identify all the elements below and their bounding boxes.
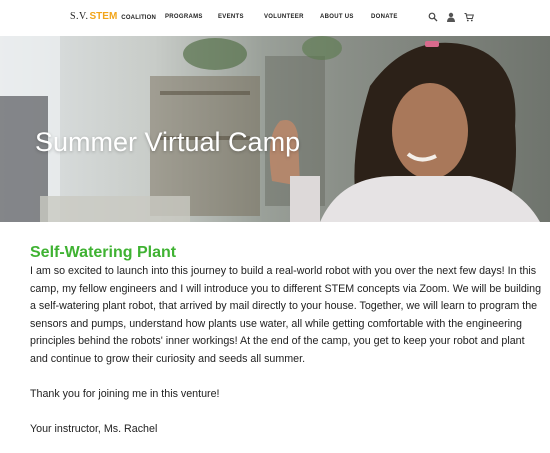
- description-paragraph: I am so excited to launch into this jour…: [30, 265, 542, 365]
- thanks-text: Thank you for joining me in this venture…: [30, 387, 220, 400]
- user-icon[interactable]: [446, 12, 456, 22]
- nav-donate[interactable]: DONATE: [371, 14, 398, 20]
- main-content: Self-Watering Plant I am so excited to l…: [30, 243, 542, 438]
- nav-events[interactable]: EVENTS: [218, 14, 244, 20]
- signoff-text: Your instructor, Ms. Rachel: [30, 422, 158, 435]
- hero-title: Summer Virtual Camp: [35, 127, 301, 157]
- search-icon[interactable]: [428, 12, 438, 22]
- logo-stem: STEM: [89, 11, 118, 22]
- hero-banner: Summer Virtual Camp: [0, 36, 550, 222]
- logo-suffix: COALITION: [121, 15, 157, 21]
- nav-volunteer[interactable]: VOLUNTEER: [264, 14, 304, 20]
- logo-prefix: S.V.: [70, 11, 89, 22]
- nav-programs[interactable]: PROGRAMS: [165, 14, 203, 20]
- top-navigation: S.V. STEM COALITION PROGRAMS EVENTS VOLU…: [0, 0, 550, 36]
- section-heading: Self-Watering Plant: [30, 244, 177, 261]
- cart-icon[interactable]: [464, 12, 474, 22]
- nav-about-us[interactable]: ABOUT US: [320, 14, 354, 20]
- site-logo[interactable]: S.V. STEM COALITION: [70, 11, 156, 25]
